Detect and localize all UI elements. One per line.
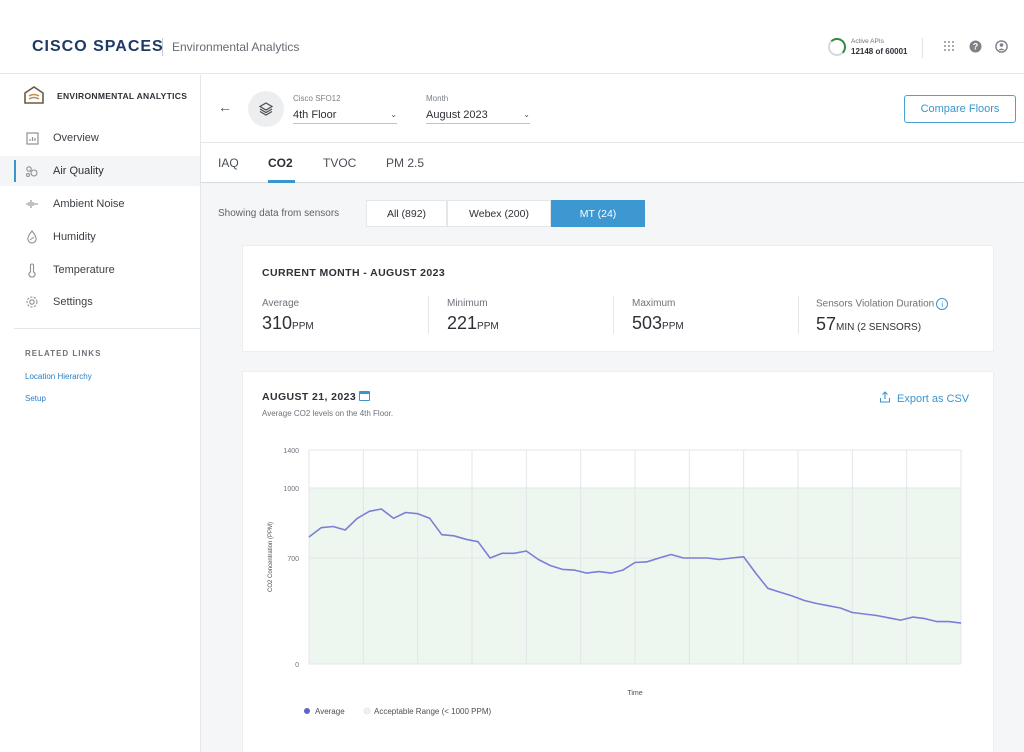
stat-maximum: Maximum 503PPM [632,298,684,334]
sidebar-item-label: Temperature [53,264,115,276]
back-arrow-icon[interactable]: ← [218,99,232,115]
tab-pm25[interactable]: PM 2.5 [386,156,424,170]
sidebar-divider [14,328,201,329]
x-axis-label: Time [627,690,642,697]
main-content: Showing data from sensors All (892) Webe… [201,184,1024,752]
humidity-icon [24,229,40,245]
co2-line-chart: 1400 1000 700 0 CO2 Concentration (PPM) Time A… [268,448,962,716]
compare-floors-button[interactable]: Compare Floors [904,95,1016,123]
legend-label-average: Average [315,707,345,716]
y-axis-label: CO2 Concentration (PPM) [268,522,274,592]
stat-minimum: Minimum 221PPM [447,298,499,334]
sidebar-header: ENVIRONMENTAL ANALYTICS [57,91,188,101]
chevron-down-icon: ⌄ [390,110,397,119]
link-location-hierarchy[interactable]: Location Hierarchy [25,372,92,381]
stat-label: Minimum [447,298,488,309]
top-bar: CISCO SPACES Environmental Analytics Act… [0,0,1024,74]
floor-dropdown[interactable]: 4th Floor ⌄ [293,106,397,124]
month-label: Month [426,94,449,103]
sensor-filter-all[interactable]: All (892) [366,200,447,227]
sidebar-item-label: Air Quality [53,165,104,177]
stat-value: 221 [447,313,478,333]
y-tick-label: 700 [287,556,299,563]
floor-layers-icon [248,91,284,127]
product-name: Environmental Analytics [172,40,300,54]
api-usage-ring-icon [828,38,846,56]
sidebar-item-ambient-noise[interactable]: Ambient Noise [0,189,200,219]
sidebar-item-settings[interactable]: Settings [0,287,200,317]
sidebar-item-label: Overview [53,132,99,144]
stat-unit: PPM [662,321,684,332]
stat-violation-duration: Sensors Violation Duration i 57MIN (2 SEN… [816,298,949,335]
app-grid-icon[interactable] [942,39,956,53]
active-apis-value: 12148 of 60001 [851,47,908,56]
sidebar-item-label: Settings [53,296,93,308]
stat-divider [428,296,429,334]
sidebar-item-temperature[interactable]: Temperature [0,255,200,285]
monthly-summary-card: CURRENT MONTH - AUGUST 2023 Average 310P… [242,245,994,352]
active-tab-indicator [268,180,295,183]
y-tick-label: 1400 [283,448,299,455]
stat-value: 310 [262,313,293,333]
sensor-filter-webex[interactable]: Webex (200) [447,200,551,227]
gear-icon [24,294,40,310]
sidebar-item-air-quality[interactable]: Air Quality [0,156,200,186]
chevron-down-icon: ⌄ [523,110,530,119]
stat-divider [613,296,614,334]
top-divider [922,38,923,58]
y-tick-label: 1000 [283,486,299,493]
tab-co2[interactable]: CO2 [268,156,293,170]
summary-title: CURRENT MONTH - AUGUST 2023 [262,267,446,279]
active-apis-label: Active APIs [851,38,884,45]
sidebar-item-label: Humidity [53,231,96,243]
month-dropdown[interactable]: August 2023 ⌄ [426,106,530,124]
page-header: ← Cisco SFO12 4th Floor ⌄ Month August 2… [201,75,1024,143]
stat-label: Sensors Violation Duration [816,298,935,310]
stat-value: 57 [816,314,837,334]
svg-text:?: ? [972,41,978,51]
legend-label-acceptable-range: Acceptable Range (< 1000 PPM) [374,707,492,716]
stat-unit: PPM [477,321,499,332]
tab-iaq[interactable]: IAQ [218,156,239,170]
stat-label: Average [262,298,300,309]
sensors-filter-label: Showing data from sensors [218,208,340,219]
related-links-title: RELATED LINKS [25,349,102,358]
environment-building-icon [23,84,45,106]
overview-icon [24,130,40,146]
stat-unit: PPM [292,321,314,332]
stat-label: Maximum [632,298,676,309]
sidebar-item-overview[interactable]: Overview [0,123,200,153]
sidebar-item-humidity[interactable]: Humidity [0,222,200,252]
legend-marker-acceptable-range [363,707,371,715]
metric-tabs: IAQ CO2 TVOC PM 2.5 [201,143,1024,183]
sidebar: ENVIRONMENTAL ANALYTICS Overview Air Qua… [0,75,201,752]
month-value: August 2023 [426,108,488,121]
link-setup[interactable]: Setup [25,394,46,403]
tab-tvoc[interactable]: TVOC [323,156,356,170]
user-account-icon[interactable] [994,39,1008,53]
stat-unit: MIN (2 SENSORS) [836,322,922,333]
air-quality-icon [24,163,40,179]
floor-value: 4th Floor [293,108,337,121]
brand-logo[interactable]: CISCO SPACES [32,38,164,56]
building-label: Cisco SFO12 [293,94,341,103]
legend-marker-average [304,708,310,714]
brand-divider [162,38,163,56]
temperature-icon [24,262,40,278]
daily-co2-card: AUGUST 21, 2023 Average CO2 levels on th… [242,371,994,752]
sensor-filter-mt[interactable]: MT (24) [551,200,645,227]
y-tick-label: 0 [295,662,299,669]
info-icon[interactable]: i [936,298,949,310]
help-icon[interactable]: ? [968,39,982,53]
stat-divider [798,296,799,334]
ambient-noise-icon [24,196,40,212]
sidebar-item-label: Ambient Noise [53,198,125,210]
stat-value: 503 [632,313,663,333]
stat-average: Average 310PPM [262,298,314,334]
